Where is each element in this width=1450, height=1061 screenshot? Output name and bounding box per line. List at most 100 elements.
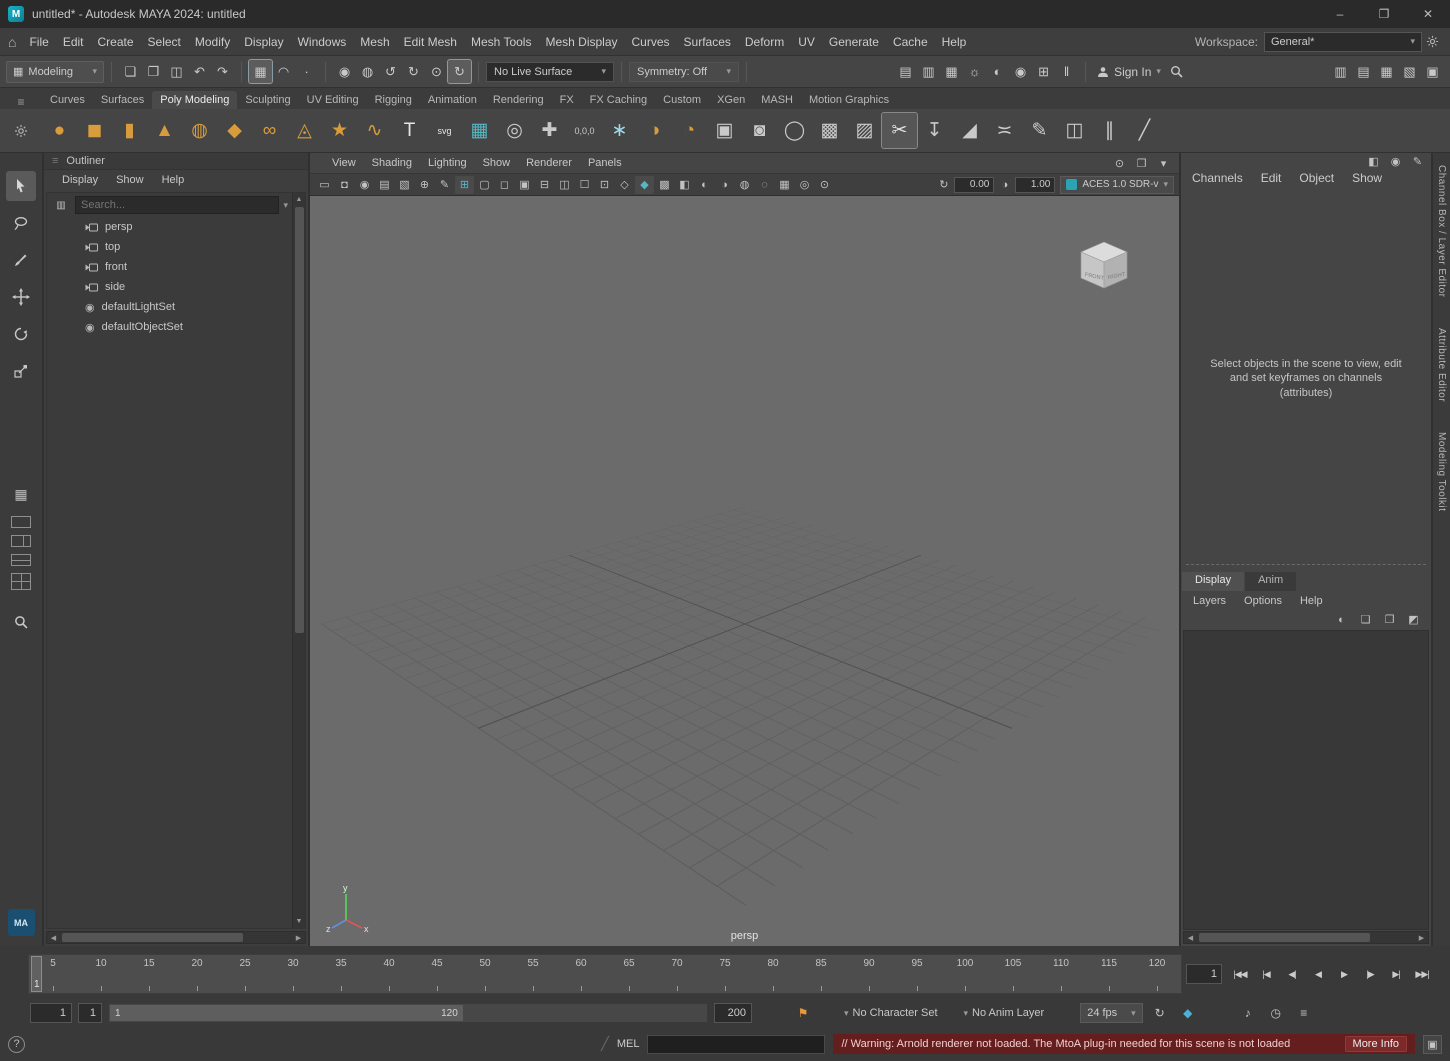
pin-channel-box-icon[interactable]: ◉ (1386, 152, 1405, 170)
last-tool-used-icon[interactable]: ▦ (6, 479, 36, 509)
node-editor-icon[interactable]: ⊞ (1032, 60, 1055, 83)
shelf-tab[interactable]: Custom (655, 91, 709, 109)
minimize-button[interactable]: – (1318, 0, 1362, 28)
search-icon[interactable] (1167, 62, 1187, 82)
rotate-tool[interactable] (6, 319, 36, 349)
menu-item[interactable]: Display (237, 32, 290, 52)
character-set-dropdown[interactable]: ▾ No Character Set (844, 1007, 938, 1019)
move-to-origin-icon[interactable]: 0,0,0 (567, 113, 602, 148)
scrollbar-thumb[interactable] (295, 207, 304, 633)
grid-toggle-icon[interactable]: ⊞ (455, 176, 474, 194)
shelf-tab[interactable]: Curves (42, 91, 93, 109)
auto-keyframe-icon[interactable]: ◆ (1177, 1003, 1199, 1023)
poly-disc-icon[interactable]: ∞ (252, 113, 287, 148)
scroll-left-icon[interactable]: ◀ (47, 931, 60, 944)
menu-item[interactable]: Windows (291, 32, 354, 52)
snap-to-projected-center-icon[interactable]: ◉ (333, 60, 356, 83)
mirror-icon[interactable]: ◑ (637, 113, 672, 148)
outliner-item[interactable]: ◉ defaultObjectSet (47, 317, 292, 337)
anim-layer-dropdown[interactable]: ▾ No Anim Layer (964, 1007, 1045, 1019)
shelf-gear-icon[interactable] (0, 124, 42, 138)
smooth-icon[interactable]: ◯ (777, 113, 812, 148)
exposure-icon[interactable]: ↻ (934, 176, 953, 194)
channel-box-menu-item[interactable]: Object (1290, 169, 1343, 189)
save-scene-icon[interactable]: ◫ (165, 60, 188, 83)
more-info-button[interactable]: More Info (1345, 1036, 1407, 1052)
poly-torus-icon[interactable]: ◍ (182, 113, 217, 148)
shelf-tab[interactable]: Motion Graphics (801, 91, 897, 109)
ipr-render-icon[interactable]: ▥ (917, 60, 940, 83)
construction-plane-icon[interactable]: ▦ (462, 113, 497, 148)
audio-icon[interactable]: ♪ (1237, 1003, 1259, 1023)
shelf-tab[interactable]: FX Caching (582, 91, 655, 109)
remesh-icon[interactable]: ▩ (812, 113, 847, 148)
redo-icon[interactable]: ↷ (211, 60, 234, 83)
svg-tool-icon[interactable]: svg (427, 113, 462, 148)
scroll-right-icon[interactable]: ▶ (1415, 931, 1428, 944)
motion-blur-toggle-icon[interactable]: ◌ (755, 176, 774, 194)
default-material-icon[interactable]: ◧ (675, 176, 694, 194)
poly-plane-icon[interactable]: ◆ (217, 113, 252, 148)
viewport-menu-item[interactable]: Renderer (518, 155, 580, 171)
zoom-icon[interactable] (6, 607, 36, 637)
smooth-shade-mode-icon[interactable]: ◆ (635, 176, 654, 194)
bevel-icon[interactable]: ◢ (952, 113, 987, 148)
go-to-end-button[interactable]: ▶▶| (1409, 962, 1435, 986)
add-layer-from-selected-icon[interactable]: ❐ (1380, 611, 1399, 629)
chevron-down-icon[interactable]: ▾ (283, 200, 288, 211)
shelf-tab[interactable]: MASH (753, 91, 801, 109)
camera-attributes-icon[interactable]: ◉ (355, 176, 374, 194)
snap-to-grid-icon[interactable]: ▦ (249, 60, 272, 83)
viewport-canvas[interactable]: FRONT RIGHT y x z persp (310, 196, 1179, 946)
next-frame-button[interactable]: |▶ (1357, 962, 1383, 986)
pan-zoom-2d-icon[interactable]: ⊕ (415, 176, 434, 194)
layer-editor-menu-item[interactable]: Help (1292, 593, 1331, 609)
next-keyframe-button[interactable]: ▶| (1383, 962, 1409, 986)
avatar[interactable]: MA (8, 909, 35, 936)
range-slider-bar[interactable]: 1 120 (110, 1005, 463, 1021)
channel-box-menu-item[interactable]: Show (1343, 169, 1391, 189)
go-to-start-button[interactable]: |◀◀ (1227, 962, 1253, 986)
safe-title-icon[interactable]: ☐ (575, 176, 594, 194)
workspace-dropdown[interactable]: General* ▾ (1264, 32, 1422, 52)
shelf-menu-icon[interactable]: ≡ (0, 95, 42, 109)
menu-item[interactable]: Modify (188, 32, 237, 52)
two-pane-stacked-layout-button[interactable] (11, 554, 31, 566)
view-transform-dropdown[interactable]: ACES 1.0 SDR-v ▾ (1060, 176, 1174, 194)
lighting-toggle-icon[interactable]: ◐ (695, 176, 714, 194)
layer-visibility-icon[interactable]: ◐ (1332, 611, 1351, 629)
view-cube[interactable]: FRONT RIGHT (1071, 234, 1137, 300)
scroll-right-icon[interactable]: ▶ (292, 931, 305, 944)
field-chart-icon[interactable]: ⊟ (535, 176, 554, 194)
light-editor-icon[interactable]: ◐ (986, 60, 1009, 83)
frame-all-icon[interactable]: ⊡ (595, 176, 614, 194)
search-input[interactable] (75, 196, 279, 214)
scroll-up-icon[interactable]: ▲ (293, 193, 306, 206)
sweep-mesh-icon[interactable]: ∿ (357, 113, 392, 148)
layer-list[interactable] (1183, 630, 1429, 930)
shelf-tab[interactable]: XGen (709, 91, 753, 109)
command-input[interactable] (647, 1035, 825, 1054)
outliner-menu-item[interactable]: Show (108, 172, 152, 188)
menu-item[interactable]: Curves (625, 32, 677, 52)
pause-viewport-icon[interactable]: ‖ (1055, 60, 1078, 83)
multi-cut-icon[interactable]: ✂ (882, 113, 917, 148)
live-surface-field[interactable]: No Live Surface ▾ (486, 62, 614, 82)
viewport-menu-item[interactable]: View (324, 155, 364, 171)
bridge-icon[interactable]: ≍ (987, 113, 1022, 148)
scrollbar-thumb[interactable] (62, 933, 243, 942)
move-tool[interactable] (6, 282, 36, 312)
super-shape-icon[interactable]: ★ (322, 113, 357, 148)
channel-stats-icon[interactable]: ◧ (1364, 152, 1383, 170)
scroll-left-icon[interactable]: ◀ (1184, 931, 1197, 944)
retopologize-icon[interactable]: ▨ (847, 113, 882, 148)
freeze-transformations-icon[interactable]: ∗ (602, 113, 637, 148)
menu-item[interactable]: UV (791, 32, 822, 52)
lasso-tool[interactable] (6, 208, 36, 238)
menu-item[interactable]: Mesh Tools (464, 32, 538, 52)
evaluate-icon[interactable]: ⊙ (425, 60, 448, 83)
wireframe-mode-icon[interactable]: ◇ (615, 176, 634, 194)
add-bookmark-icon[interactable]: ⚑ (792, 1003, 814, 1023)
lock-camera-icon[interactable]: ◘ (335, 176, 354, 194)
sculpt-mesh-icon[interactable]: ◔ (672, 113, 707, 148)
